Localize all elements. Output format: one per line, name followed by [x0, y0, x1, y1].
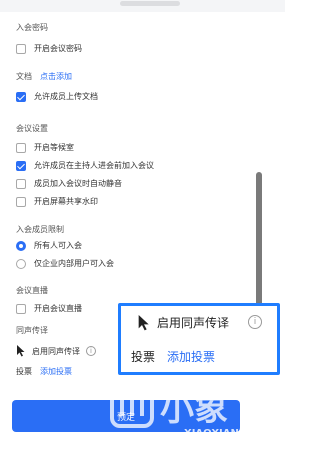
option-label: 开启屏幕共享水印	[34, 197, 98, 206]
section-title-entry-password: 入会密码	[16, 23, 48, 32]
drag-handle[interactable]	[120, 1, 180, 6]
option-allow-upload-docs[interactable]: 允许成员上传文档	[16, 91, 98, 102]
vote-label: 投票	[16, 367, 32, 376]
option-label: 开启会议直播	[34, 304, 82, 313]
watermark-text: XIAOXIANG	[184, 428, 247, 439]
option-everyone-can-join[interactable]: 所有人可入会	[16, 240, 82, 251]
watermark-logo: 小象 XIAOXIANG	[110, 380, 247, 439]
info-icon[interactable]: i	[248, 315, 262, 329]
add-document-link[interactable]: 点击添加	[40, 71, 72, 82]
callout-vote-label: 投票	[131, 350, 156, 364]
info-icon[interactable]: i	[86, 346, 96, 356]
checkbox[interactable]	[16, 43, 26, 54]
checkbox[interactable]	[16, 196, 26, 207]
option-enable-meeting-password[interactable]: 开启会议密码	[16, 43, 82, 54]
watermark-brand: 小象	[160, 389, 228, 429]
option-label: 启用同声传译	[32, 346, 80, 356]
option-label: 允许成员在主持人进会前加入会议	[34, 161, 154, 170]
option-share-watermark[interactable]: 开启屏幕共享水印	[16, 196, 98, 207]
radio-button[interactable]	[16, 258, 26, 269]
option-internal-only[interactable]: 仅企业内部用户可入会	[16, 258, 114, 269]
cursor-icon	[138, 314, 149, 330]
option-label: 所有人可入会	[34, 241, 82, 250]
add-vote-link[interactable]: 添加投票	[40, 366, 72, 377]
callout-interpretation-label: 启用同声传译	[157, 316, 230, 330]
option-auto-mute[interactable]: 成员加入会议时自动静音	[16, 178, 122, 189]
zoom-callout: 启用同声传译 i 投票 添加投票	[118, 303, 280, 375]
option-enable-interpretation[interactable]: 启用同声传译 i	[16, 345, 96, 357]
section-title-live: 会议直播	[16, 286, 48, 295]
checkbox[interactable]	[16, 160, 26, 171]
option-enable-live[interactable]: 开启会议直播	[16, 303, 82, 314]
checkbox[interactable]	[16, 142, 26, 153]
callout-add-vote-link[interactable]: 添加投票	[167, 348, 215, 365]
section-title-member-limit: 入会成员限制	[16, 225, 64, 234]
documents-header: 文档 点击添加	[16, 71, 72, 82]
callout-vote-row: 投票 添加投票	[131, 348, 215, 365]
section-title-documents: 文档	[16, 72, 32, 81]
radio-button[interactable]	[16, 240, 26, 251]
cursor-icon	[17, 345, 25, 357]
option-waiting-room[interactable]: 开启等候室	[16, 142, 74, 153]
section-title-meeting-settings: 会议设置	[16, 124, 48, 133]
checkbox[interactable]	[16, 178, 26, 189]
panel-top-bar	[0, 0, 285, 12]
checkbox[interactable]	[16, 303, 26, 314]
option-join-before-host[interactable]: 允许成员在主持人进会前加入会议	[16, 160, 154, 171]
option-label: 开启会议密码	[34, 44, 82, 53]
section-title-interpretation: 同声传译	[16, 326, 48, 335]
option-label: 允许成员上传文档	[34, 92, 98, 101]
callout-interpretation-row[interactable]: 启用同声传译	[137, 314, 229, 331]
meeting-settings-panel: 入会密码 开启会议密码 文档 点击添加 允许成员上传文档 会议设置 开启等候室 …	[0, 0, 285, 449]
checkbox[interactable]	[16, 91, 26, 102]
vote-row: 投票 添加投票	[16, 366, 72, 377]
option-label: 开启等候室	[34, 143, 74, 152]
option-label: 仅企业内部用户可入会	[34, 259, 114, 268]
option-label: 成员加入会议时自动静音	[34, 179, 122, 188]
